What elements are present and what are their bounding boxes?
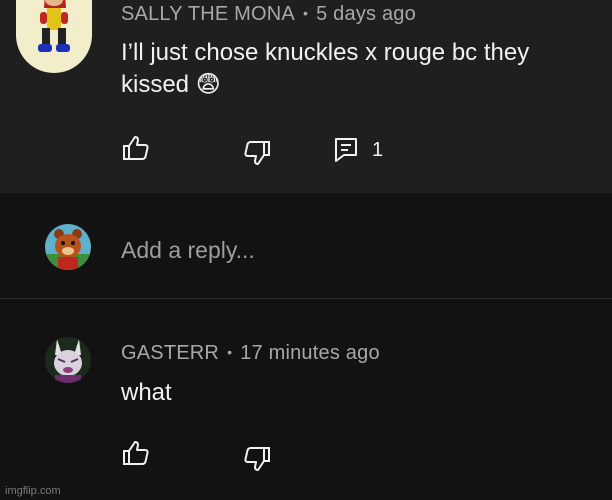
dislike-button[interactable]: [243, 140, 271, 166]
thumbs-down-icon: [244, 447, 270, 471]
character-avatar-icon: [45, 337, 91, 383]
comment-author[interactable]: SALLY THE MONA: [121, 3, 295, 25]
meta-separator: •: [302, 5, 309, 21]
commenter-avatar[interactable]: [16, 0, 92, 73]
reply-author[interactable]: GASTERR: [121, 342, 219, 364]
thumbs-down-icon: [244, 141, 270, 165]
character-avatar-icon: [16, 0, 92, 73]
add-reply-input[interactable]: Add a reply...: [121, 235, 591, 265]
like-button[interactable]: [122, 135, 150, 161]
comment-timestamp: 5 days ago: [316, 3, 416, 25]
character-avatar-icon: [45, 224, 91, 270]
thumbs-up-icon: [123, 136, 149, 160]
watermark: imgflip.com: [5, 485, 61, 497]
comment-text: I’ll just chose knuckles x rouge bc they…: [121, 37, 529, 101]
reply-dislike-button[interactable]: [243, 446, 271, 472]
reply-meta: GASTERR • 17 minutes ago: [121, 342, 380, 365]
reply-like-button[interactable]: [122, 440, 150, 466]
reply-author-avatar[interactable]: [45, 337, 91, 383]
replies-button[interactable]: 1: [334, 137, 383, 163]
thumbs-up-icon: [123, 441, 149, 465]
reply-timestamp: 17 minutes ago: [240, 342, 380, 364]
comment-card: SALLY THE MONA • 5 days ago I’ll just chos…: [0, 0, 612, 193]
current-user-avatar: [45, 224, 91, 270]
comment-text-line: I’ll just chose knuckles x rouge bc they: [121, 39, 530, 66]
meta-separator: •: [227, 344, 233, 360]
comment-text-line: kissed 😨: [121, 71, 221, 98]
comment-icon: [335, 138, 357, 162]
comment-meta: SALLY THE MONA • 5 days ago: [121, 3, 416, 26]
reply-count: 1: [372, 138, 384, 161]
reply-text: what: [121, 379, 172, 406]
